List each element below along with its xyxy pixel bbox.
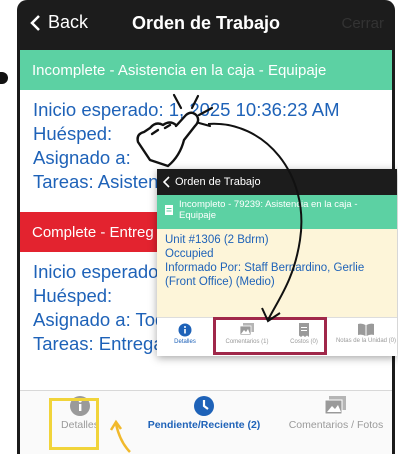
comentarios-costos-highlight-box — [213, 317, 327, 355]
inset-tab-notas[interactable]: Notas de la Unidad (0) — [335, 323, 397, 344]
inset-title: Orden de Trabajo — [175, 176, 261, 188]
photos-icon — [324, 396, 346, 415]
tab-label: Comentarios / Fotos — [288, 419, 384, 431]
assigned-to: Asignado a: — [33, 147, 131, 168]
tab-comentarios[interactable]: Comentarios / Fotos — [282, 395, 390, 431]
inset-tab-detalles[interactable]: Detalles — [167, 323, 203, 345]
tab-label: Pendiente/Reciente (2) — [147, 419, 261, 431]
inset-status-text: Incompleto - 79239: Asistencia en la caj… — [179, 199, 358, 221]
nav-bar: Back Orden de Trabajo Cerrar — [20, 0, 392, 50]
close-button[interactable]: Cerrar — [341, 15, 384, 32]
clock-icon — [194, 396, 214, 416]
detalles-highlight-box — [49, 398, 99, 450]
book-icon — [358, 323, 374, 336]
tab-pendiente[interactable]: Pendiente/Reciente (2) — [145, 395, 263, 431]
inset-status-banner: Incompleto - 79239: Asistencia en la caj… — [157, 195, 397, 229]
edge-marker — [0, 72, 8, 84]
info-icon — [178, 323, 192, 337]
document-icon — [165, 205, 173, 215]
guest-label: Huésped: — [33, 123, 113, 144]
inset-nav-bar: Orden de Trabajo — [157, 169, 397, 195]
unit-label: Unit #1306 (2 Bdrm) — [165, 234, 269, 246]
expected-start: Inicio esperado: 1, 2025 10:36:23 AM — [33, 99, 340, 120]
tab-label: Notas de la Unidad (0) — [335, 338, 397, 344]
page-title: Orden de Trabajo — [131, 13, 281, 33]
chevron-left-icon[interactable] — [163, 176, 170, 188]
reported-by: Informado Por: Staff Bernardino, Gerlie … — [165, 262, 365, 288]
inset-details: Unit #1306 (2 Bdrm) Occupied Informado P… — [157, 229, 397, 317]
task-status-banner-incomplete[interactable]: Incomplete - Asistencia en la caja - Equ… — [20, 50, 392, 90]
yellow-pointer-arrow-icon — [109, 419, 131, 453]
tab-label: Detalles — [174, 339, 196, 345]
occupancy-label: Occupied — [165, 248, 214, 260]
